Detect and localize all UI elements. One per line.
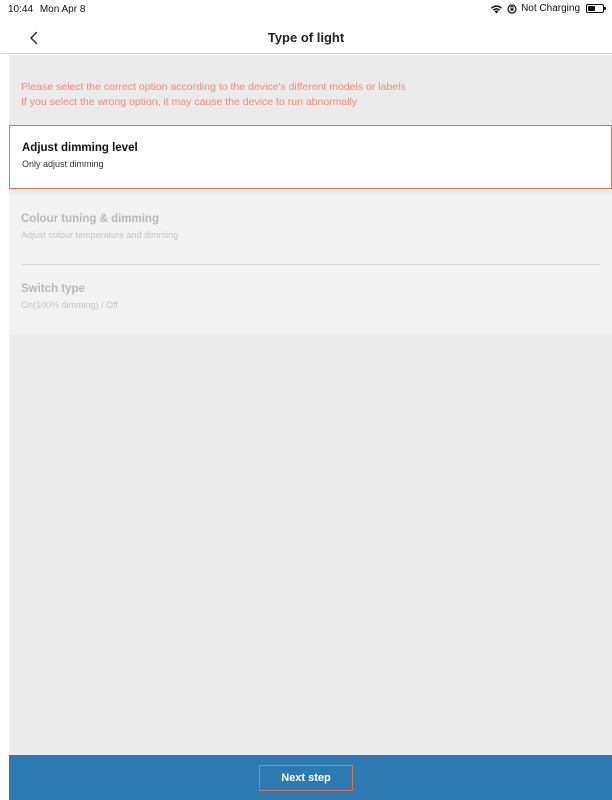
option-subtitle: Only adjust dimming — [22, 159, 104, 169]
option-title: Switch type — [21, 283, 85, 295]
time-text: 10:44 — [8, 4, 34, 15]
bottom-bar: Next step — [9, 755, 612, 800]
content-area: Please select the correct option accordi… — [9, 55, 612, 755]
option-title: Colour tuning & dimming — [21, 213, 159, 225]
battery-icon — [586, 4, 606, 13]
option-subtitle: On(100% dimming) / Off — [21, 300, 118, 310]
warning-line-2: If you select the wrong option, it may c… — [21, 96, 358, 108]
option-switch-type[interactable]: Switch type On(100% dimming) / Off — [9, 265, 612, 335]
battery-fill — [588, 6, 595, 11]
option-colour-tuning[interactable]: Colour tuning & dimming Adjust colour te… — [9, 195, 612, 265]
status-right: Not Charging — [490, 3, 606, 14]
page: 10:44 Mon Apr 8 Not Charging Type of lig… — [0, 0, 612, 800]
option-adjust-dimming[interactable]: Adjust dimming level Only adjust dimming — [9, 125, 612, 189]
option-subtitle: Adjust colour temperature and dimming — [21, 230, 179, 240]
date-text: Mon Apr 8 — [39, 4, 86, 15]
light-type-options: Adjust dimming level Only adjust dimming… — [9, 125, 612, 335]
wifi-icon — [490, 4, 503, 14]
charging-status-text: Not Charging — [521, 3, 580, 14]
warning-message: Please select the correct option accordi… — [21, 80, 601, 110]
orientation-lock-icon — [507, 3, 517, 14]
warning-line-1: Please select the correct option accordi… — [21, 81, 406, 93]
page-title: Type of light — [267, 30, 345, 45]
option-title: Adjust dimming level — [22, 142, 138, 154]
next-step-button[interactable]: Next step — [259, 765, 353, 791]
status-bar: 10:44 Mon Apr 8 Not Charging — [0, 0, 612, 20]
status-time: 10:44 Mon Apr 8 — [8, 4, 85, 15]
nav-bar: Type of light — [0, 20, 612, 54]
